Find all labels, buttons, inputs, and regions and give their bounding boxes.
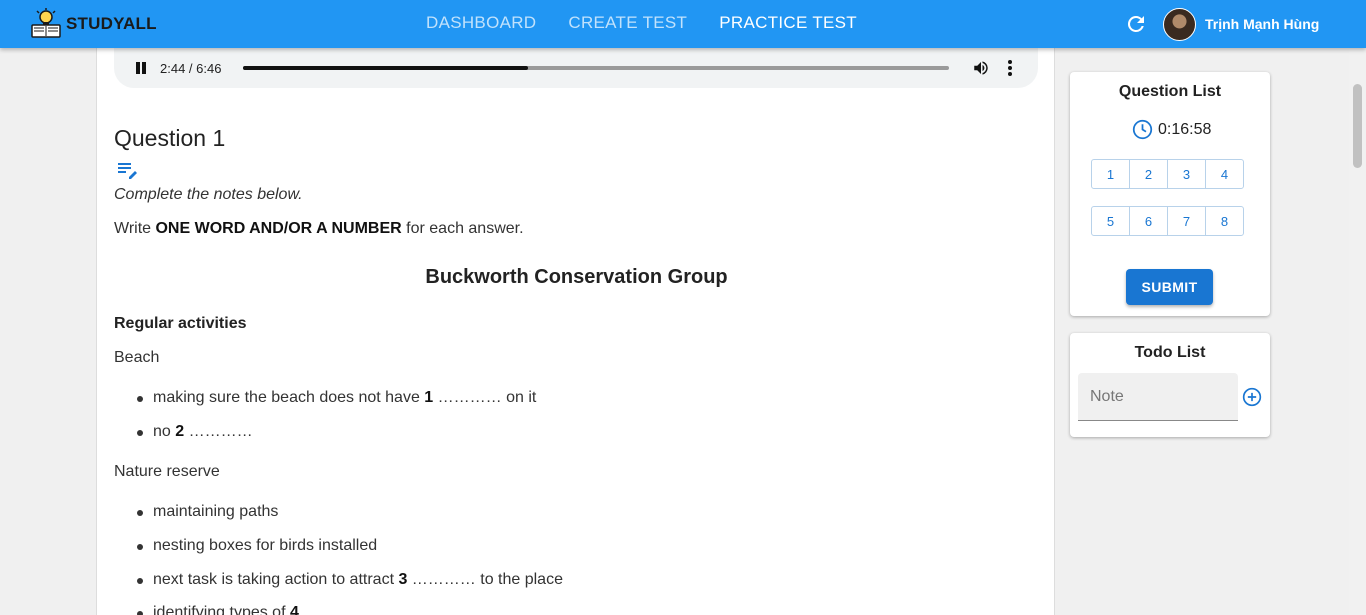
more-vert-icon[interactable] — [1007, 59, 1013, 77]
question-nav-button-7[interactable]: 7 — [1167, 206, 1206, 236]
question-nav-button-5[interactable]: 5 — [1091, 206, 1130, 236]
list-item: nesting boxes for birds installed — [136, 537, 378, 554]
list-item: identifying types of 4 — [137, 604, 299, 615]
app-bar: STUDYALL DASHBOARD CREATE TEST PRACTICE … — [0, 0, 1366, 48]
todo-list-card: Todo List — [1070, 333, 1270, 437]
audio-seek-bar[interactable] — [243, 66, 949, 70]
todo-list-title: Todo List — [1134, 344, 1206, 361]
instruction-complete-notes: Complete the notes below. — [114, 186, 303, 203]
list-item: next task is taking action to attract 3 … — [137, 571, 563, 588]
clock-icon — [1132, 119, 1153, 140]
question-nav-button-3[interactable]: 3 — [1167, 159, 1206, 189]
nature-reserve-label: Nature reserve — [114, 463, 220, 480]
notes-title: Buckworth Conservation Group — [425, 266, 728, 288]
list-item: no 2 ………… — [137, 423, 253, 440]
question-nav-button-6[interactable]: 6 — [1129, 206, 1168, 236]
avatar[interactable] — [1163, 8, 1196, 41]
audio-progress — [243, 66, 529, 70]
question-nav-button-1[interactable]: 1 — [1091, 159, 1130, 189]
question-nav-button-8[interactable]: 8 — [1205, 206, 1244, 236]
question-nav-button-2[interactable]: 2 — [1129, 159, 1168, 189]
list-item: making sure the beach does not have 1 ……… — [136, 389, 537, 406]
question-list-title: Question List — [1118, 83, 1222, 100]
pause-icon[interactable] — [134, 62, 148, 75]
question-nav-button-4[interactable]: 4 — [1205, 159, 1244, 189]
nav-create-test[interactable]: CREATE TEST — [568, 13, 687, 33]
note-input[interactable] — [1078, 373, 1238, 421]
question-nav-row-2: 5 6 7 8 — [1091, 206, 1244, 236]
question-panel: 2:44 / 6:46 Question 1 Complete the note… — [96, 48, 1055, 615]
list-item: maintaining paths — [136, 503, 279, 520]
nav-practice-test[interactable]: PRACTICE TEST — [719, 13, 857, 33]
beach-label: Beach — [114, 349, 160, 366]
countdown-timer: 0:16:58 — [1132, 119, 1211, 140]
page-scrollbar[interactable] — [1349, 48, 1366, 615]
book-lightbulb-logo-icon — [31, 8, 61, 38]
user-name[interactable]: Trịnh Mạnh Hùng — [1205, 16, 1319, 32]
audio-player: 2:44 / 6:46 — [114, 48, 1038, 88]
audio-time: 2:44 / 6:46 — [160, 61, 222, 76]
refresh-icon[interactable] — [1124, 12, 1148, 36]
question-title: Question 1 — [114, 125, 226, 151]
submit-button[interactable]: SUBMIT — [1126, 269, 1213, 305]
main-nav: DASHBOARD CREATE TEST PRACTICE TEST — [426, 13, 889, 33]
brand-logo[interactable]: STUDYALL — [30, 7, 157, 41]
edit-note-icon[interactable] — [117, 162, 139, 180]
add-circle-icon[interactable] — [1242, 387, 1262, 407]
question-list-card: Question List 0:16:58 1 2 3 4 5 6 7 8 SU… — [1070, 72, 1270, 316]
volume-icon[interactable] — [972, 59, 990, 77]
scrollbar-thumb[interactable] — [1353, 84, 1362, 168]
timer-value: 0:16:58 — [1158, 120, 1212, 138]
question-nav-row-1: 1 2 3 4 — [1091, 159, 1244, 189]
brand-name: STUDYALL — [66, 14, 157, 33]
section-heading: Regular activities — [114, 315, 247, 332]
nav-dashboard[interactable]: DASHBOARD — [426, 13, 536, 33]
instruction-word-limit: Write ONE WORD AND/OR A NUMBER for each … — [114, 220, 524, 237]
